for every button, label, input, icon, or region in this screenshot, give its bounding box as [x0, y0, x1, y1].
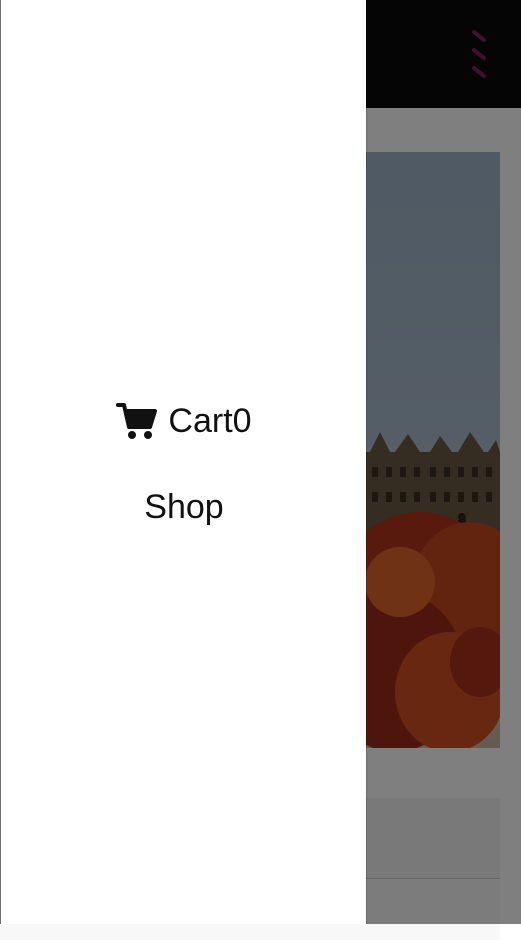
shop-link[interactable]: Shop [1, 481, 367, 533]
cart-link[interactable]: Cart 0 [1, 395, 367, 447]
shop-label: Shop [144, 487, 224, 526]
shopping-cart-icon [116, 403, 158, 439]
drawer-menu: Cart 0 Shop [1, 395, 367, 533]
navigation-drawer: Cart 0 Shop [0, 0, 366, 924]
cart-count: 0 [232, 401, 252, 440]
cart-label: Cart [168, 401, 233, 440]
